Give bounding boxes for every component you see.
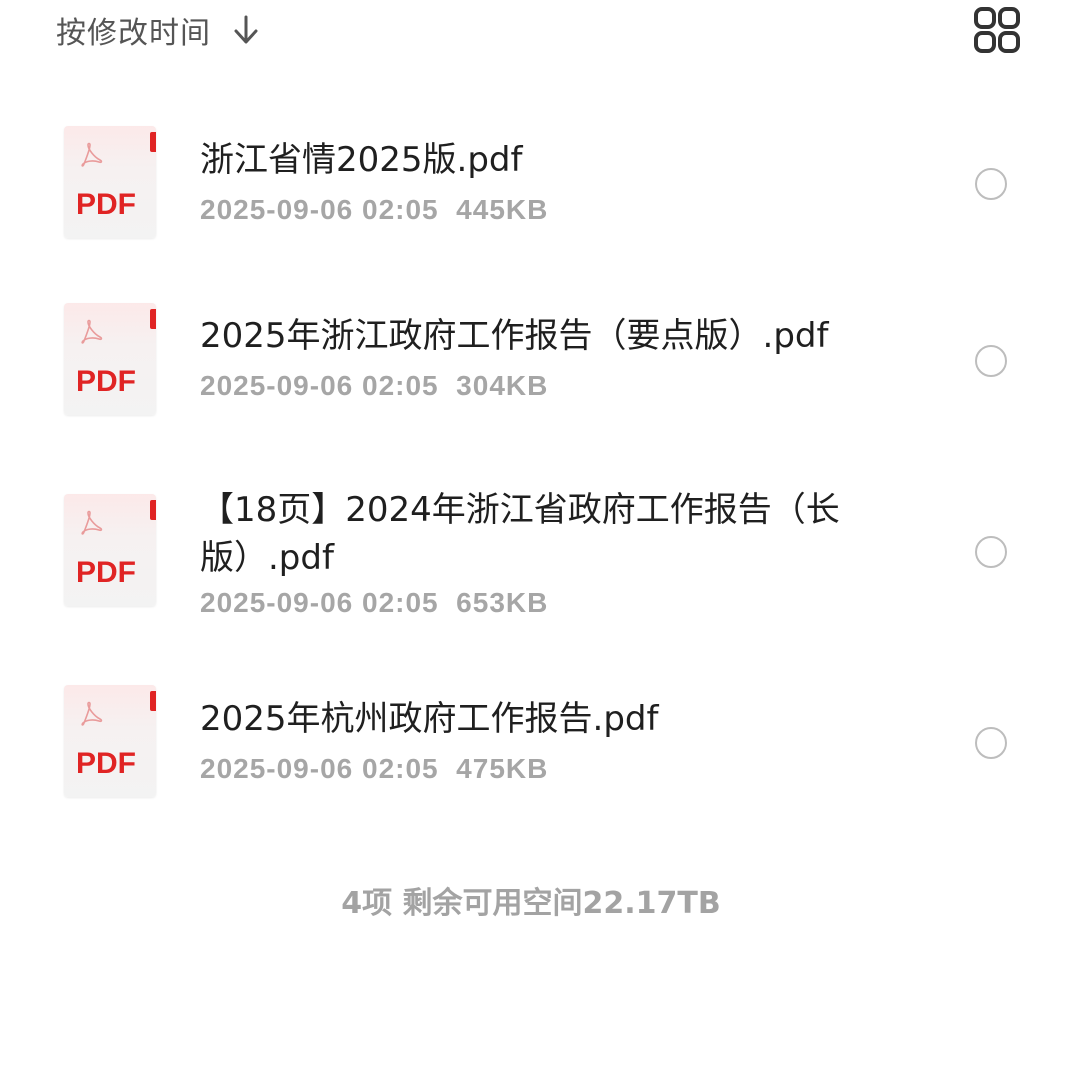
select-radio[interactable]: [975, 727, 1007, 759]
file-list: PDF 浙江省情2025版.pdf 2025-09-06 02:05 445KB…: [0, 0, 1080, 860]
storage-summary: 4项 剩余可用空间22.17TB: [341, 886, 721, 921]
file-meta: 2025-09-06 02:05 475KB: [200, 753, 549, 784]
acrobat-logo-icon: [81, 701, 103, 726]
pdf-file-icon: PDF: [64, 685, 156, 797]
file-list-item[interactable]: PDF 2025年杭州政府工作报告.pdf 2025-09-06 02:05 4…: [0, 0, 1080, 820]
pdf-type-label: PDF: [76, 747, 136, 780]
file-name: 2025年杭州政府工作报告.pdf: [200, 699, 659, 739]
